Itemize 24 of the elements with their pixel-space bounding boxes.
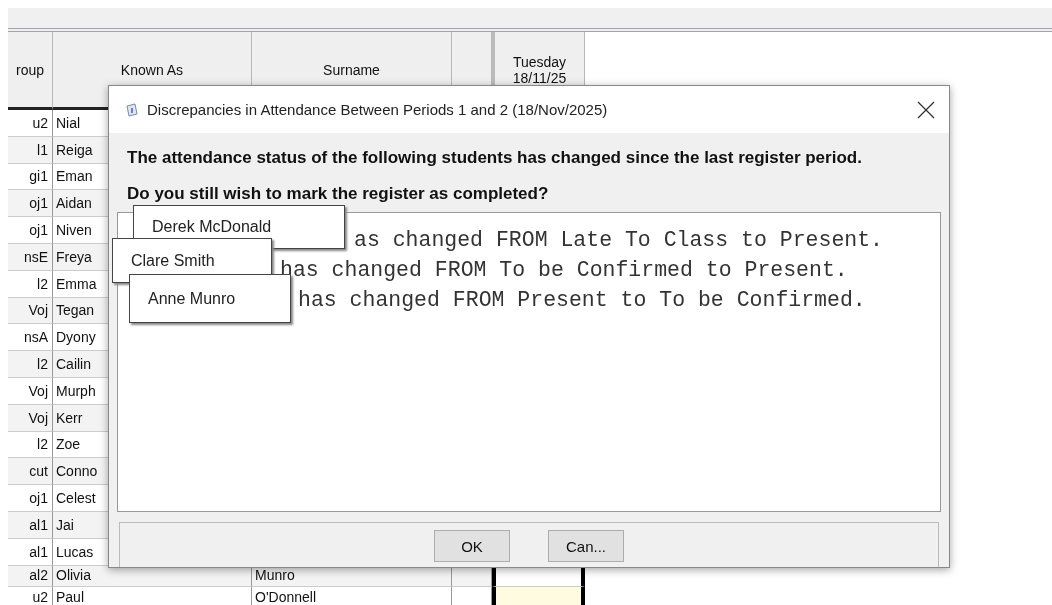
table-cell: u2 bbox=[8, 110, 53, 137]
table-cell: al1 bbox=[8, 511, 53, 539]
table-cell: Voj bbox=[8, 404, 53, 432]
close-icon[interactable] bbox=[917, 100, 935, 119]
table-cell: nsE bbox=[8, 244, 53, 271]
ok-button[interactable]: OK bbox=[434, 530, 510, 562]
table-cell: cut bbox=[8, 458, 53, 486]
table-cell: l2 bbox=[8, 270, 53, 298]
cancel-button[interactable]: Can... bbox=[548, 530, 624, 562]
table-cell: l1 bbox=[8, 136, 53, 164]
info-icon bbox=[125, 102, 139, 117]
table-cell: al2 bbox=[8, 565, 53, 587]
table-cell: Voj bbox=[8, 377, 53, 405]
table-cell: oj1 bbox=[8, 217, 53, 244]
table-cell: u2 bbox=[8, 586, 53, 605]
column-header[interactable]: roup bbox=[8, 32, 53, 110]
table-cell: Voj bbox=[8, 297, 53, 325]
table-cell: oj1 bbox=[8, 190, 53, 218]
table-cell: al1 bbox=[8, 538, 53, 566]
name-tooltip: Anne Munro bbox=[129, 274, 291, 323]
table-cell: oj1 bbox=[8, 485, 53, 512]
table-cell: O'Donnell bbox=[252, 586, 452, 605]
table-cell: Paul bbox=[53, 586, 252, 605]
table-cell: l2 bbox=[8, 351, 53, 378]
